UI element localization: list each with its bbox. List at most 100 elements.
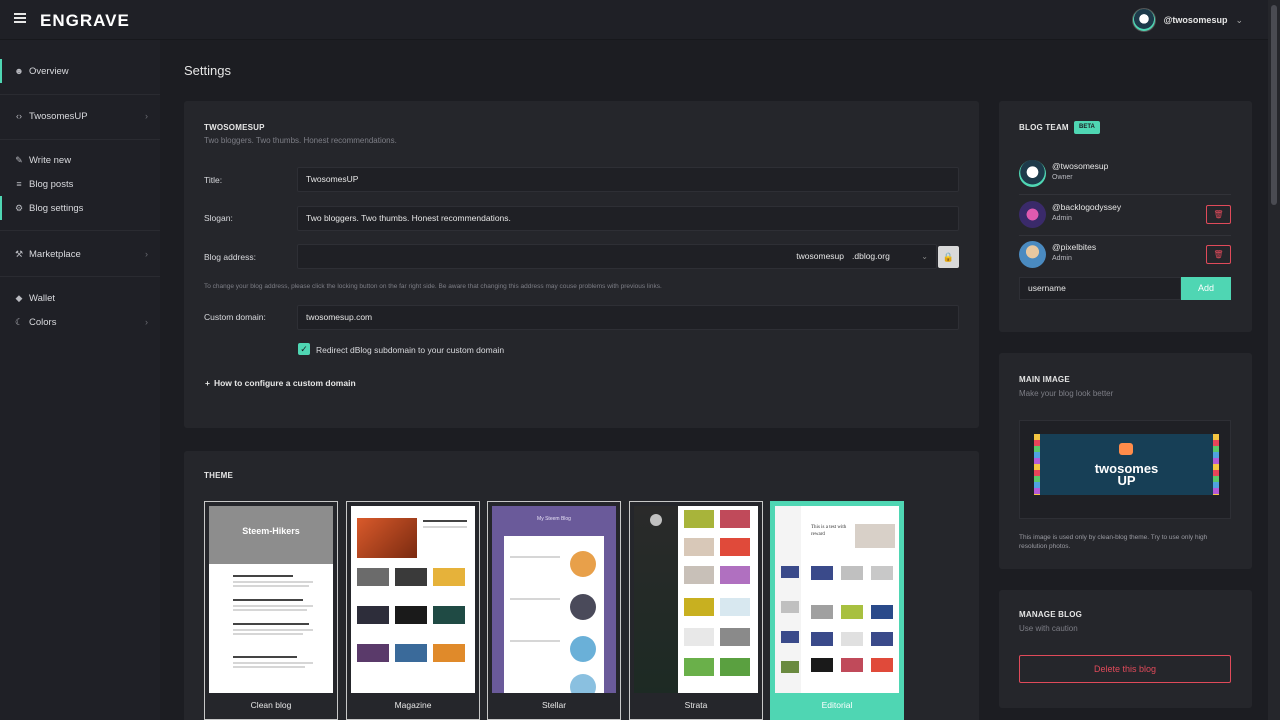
slogan-input[interactable]: Two bloggers. Two thumbs. Honest recomme…	[297, 206, 959, 231]
theme-name: Stellar	[541, 700, 567, 710]
sidebar-item-wallet[interactable]: ◆ Wallet	[0, 286, 160, 310]
blog-name-heading: TWOSOMESUP	[204, 123, 265, 132]
main-image-heading: MAIN IMAGE	[1019, 375, 1070, 384]
redirect-checkbox[interactable]: ✓	[298, 343, 310, 355]
sidebar-item-write-new[interactable]: ✎ Write new	[0, 148, 160, 172]
lock-button[interactable]: 🔒	[938, 246, 959, 268]
theme-preview: This is a test with reward	[775, 506, 899, 693]
slogan-label: Slogan:	[204, 213, 233, 223]
subdomain-input[interactable]: twosomesup	[796, 245, 844, 268]
user-icon: ☻	[14, 66, 24, 76]
avatar	[1131, 8, 1156, 32]
divider	[0, 230, 160, 231]
divider	[1019, 194, 1231, 195]
avatar	[1019, 160, 1046, 187]
code-icon: ‹›	[16, 111, 22, 121]
divider	[0, 94, 160, 95]
domain-select-value: .dblog.org	[852, 251, 890, 261]
redirect-label: Redirect dBlog subdomain to your custom …	[316, 345, 505, 355]
member-name: @backlogodyssey	[1052, 202, 1122, 212]
howto-label: How to configure a custom domain	[213, 378, 356, 388]
sidebar-item-label: Blog posts	[29, 178, 74, 190]
avatar	[1019, 241, 1046, 268]
manage-blog-card	[999, 590, 1252, 708]
plus-icon: +	[205, 378, 210, 388]
thumbs-up-icon	[1119, 443, 1133, 455]
delete-blog-button[interactable]: Delete this blog	[1019, 655, 1231, 683]
theme-clean-blog[interactable]: Steem-Hikers Clean blog	[204, 501, 338, 720]
member-role: Admin	[1052, 255, 1072, 262]
lock-icon: 🔒	[942, 251, 955, 262]
team-member: @twosomesup Owner	[1019, 156, 1231, 192]
member-role: Owner	[1052, 174, 1073, 181]
theme-name: Clean blog	[250, 700, 292, 710]
scrollbar-thumb[interactable]	[1271, 5, 1277, 205]
theme-strata[interactable]: Strata	[629, 501, 763, 720]
main-image-note: This image is used only by clean-blog th…	[1019, 534, 1208, 550]
sidebar-item-colors[interactable]: ☾ Colors ›	[0, 310, 160, 334]
banner-image: twosomes UP	[1034, 434, 1219, 495]
theme-editorial[interactable]: This is a test with reward Editorial	[770, 501, 904, 720]
sidebar-item-blog-settings[interactable]: ⚙ Blog settings	[0, 196, 160, 220]
title-input[interactable]: TwosomesUP	[297, 167, 959, 192]
theme-name: Editorial	[821, 700, 853, 710]
menu-icon[interactable]	[14, 13, 26, 23]
sidebar-item-twosomesup[interactable]: ‹› TwosomesUP ›	[0, 104, 160, 128]
chevron-down-icon: ⌄	[1235, 14, 1243, 25]
user-name: @twosomesup	[1163, 15, 1228, 25]
username-input[interactable]: username	[1019, 277, 1181, 300]
cart-icon: ⚒	[14, 248, 24, 259]
theme-magazine[interactable]: Magazine	[346, 501, 480, 720]
sidebar-item-label: Blog settings	[29, 202, 84, 214]
manage-blog-heading: MANAGE BLOG	[1019, 610, 1083, 619]
member-name: @pixelbites	[1052, 242, 1097, 252]
blog-address-field[interactable]: twosomesup .dblog.org ⌄	[297, 244, 937, 269]
member-name: @twosomesup	[1052, 161, 1109, 171]
beta-badge: BETA	[1074, 121, 1100, 134]
sidebar-item-marketplace[interactable]: ⚒ Marketplace ›	[0, 242, 160, 266]
add-member-button[interactable]: Add	[1181, 277, 1231, 300]
scrollbar[interactable]	[1268, 0, 1280, 720]
trash-icon: 🗑	[1213, 250, 1224, 259]
logo[interactable]: ENGRAVE	[40, 11, 130, 31]
theme-heading: THEME	[204, 471, 233, 480]
sidebar-item-label: Colors	[29, 316, 57, 328]
trash-icon: 🗑	[1213, 210, 1224, 219]
diamond-icon: ◆	[15, 292, 23, 303]
blog-slogan-subtitle: Two bloggers. Two thumbs. Honest recomme…	[204, 136, 397, 145]
theme-preview: My Steem Blog	[492, 506, 616, 693]
avatar	[1019, 201, 1046, 228]
main-image-subtitle: Make your blog look better	[1019, 389, 1114, 398]
custom-domain-howto-toggle[interactable]: + How to configure a custom domain	[205, 378, 356, 388]
page-title: Settings	[184, 63, 231, 78]
theme-name: Strata	[684, 700, 708, 710]
divider	[0, 276, 160, 277]
title-label: Title:	[204, 175, 223, 185]
remove-member-button[interactable]: 🗑	[1206, 205, 1231, 224]
preview-title: My Steem Blog	[537, 516, 571, 522]
divider	[0, 139, 160, 140]
main-image-upload[interactable]: twosomes UP	[1019, 420, 1231, 519]
chevron-down-icon: ⌄	[921, 252, 928, 261]
domain-select[interactable]: .dblog.org ⌄	[850, 245, 930, 268]
sidebar-item-label: Wallet	[29, 292, 56, 304]
divider	[1019, 235, 1231, 236]
custom-domain-label: Custom domain:	[204, 312, 266, 322]
pencil-icon: ✎	[15, 154, 23, 165]
chevron-right-icon: ›	[145, 249, 148, 259]
sidebar-item-label: Overview	[29, 65, 69, 77]
custom-domain-input[interactable]: twosomesup.com	[297, 305, 959, 330]
blog-team-heading: BLOG TEAM	[1019, 123, 1069, 132]
user-menu[interactable]: @twosomesup ⌄	[1131, 8, 1243, 32]
sidebar-item-label: Marketplace	[29, 248, 81, 260]
manage-blog-subtitle: Use with caution	[1019, 624, 1078, 633]
theme-preview	[351, 506, 475, 693]
theme-stellar[interactable]: My Steem Blog Stellar	[487, 501, 621, 720]
top-header: ENGRAVE @twosomesup ⌄	[0, 0, 1268, 40]
sidebar-item-overview[interactable]: ☻ Overview	[0, 59, 160, 83]
sidebar-item-blog-posts[interactable]: ≡ Blog posts	[0, 172, 160, 196]
remove-member-button[interactable]: 🗑	[1206, 245, 1231, 264]
blog-address-label: Blog address:	[204, 252, 256, 262]
team-member: @pixelbites Admin 🗑	[1019, 237, 1231, 273]
theme-preview: Steem-Hikers	[209, 506, 333, 693]
